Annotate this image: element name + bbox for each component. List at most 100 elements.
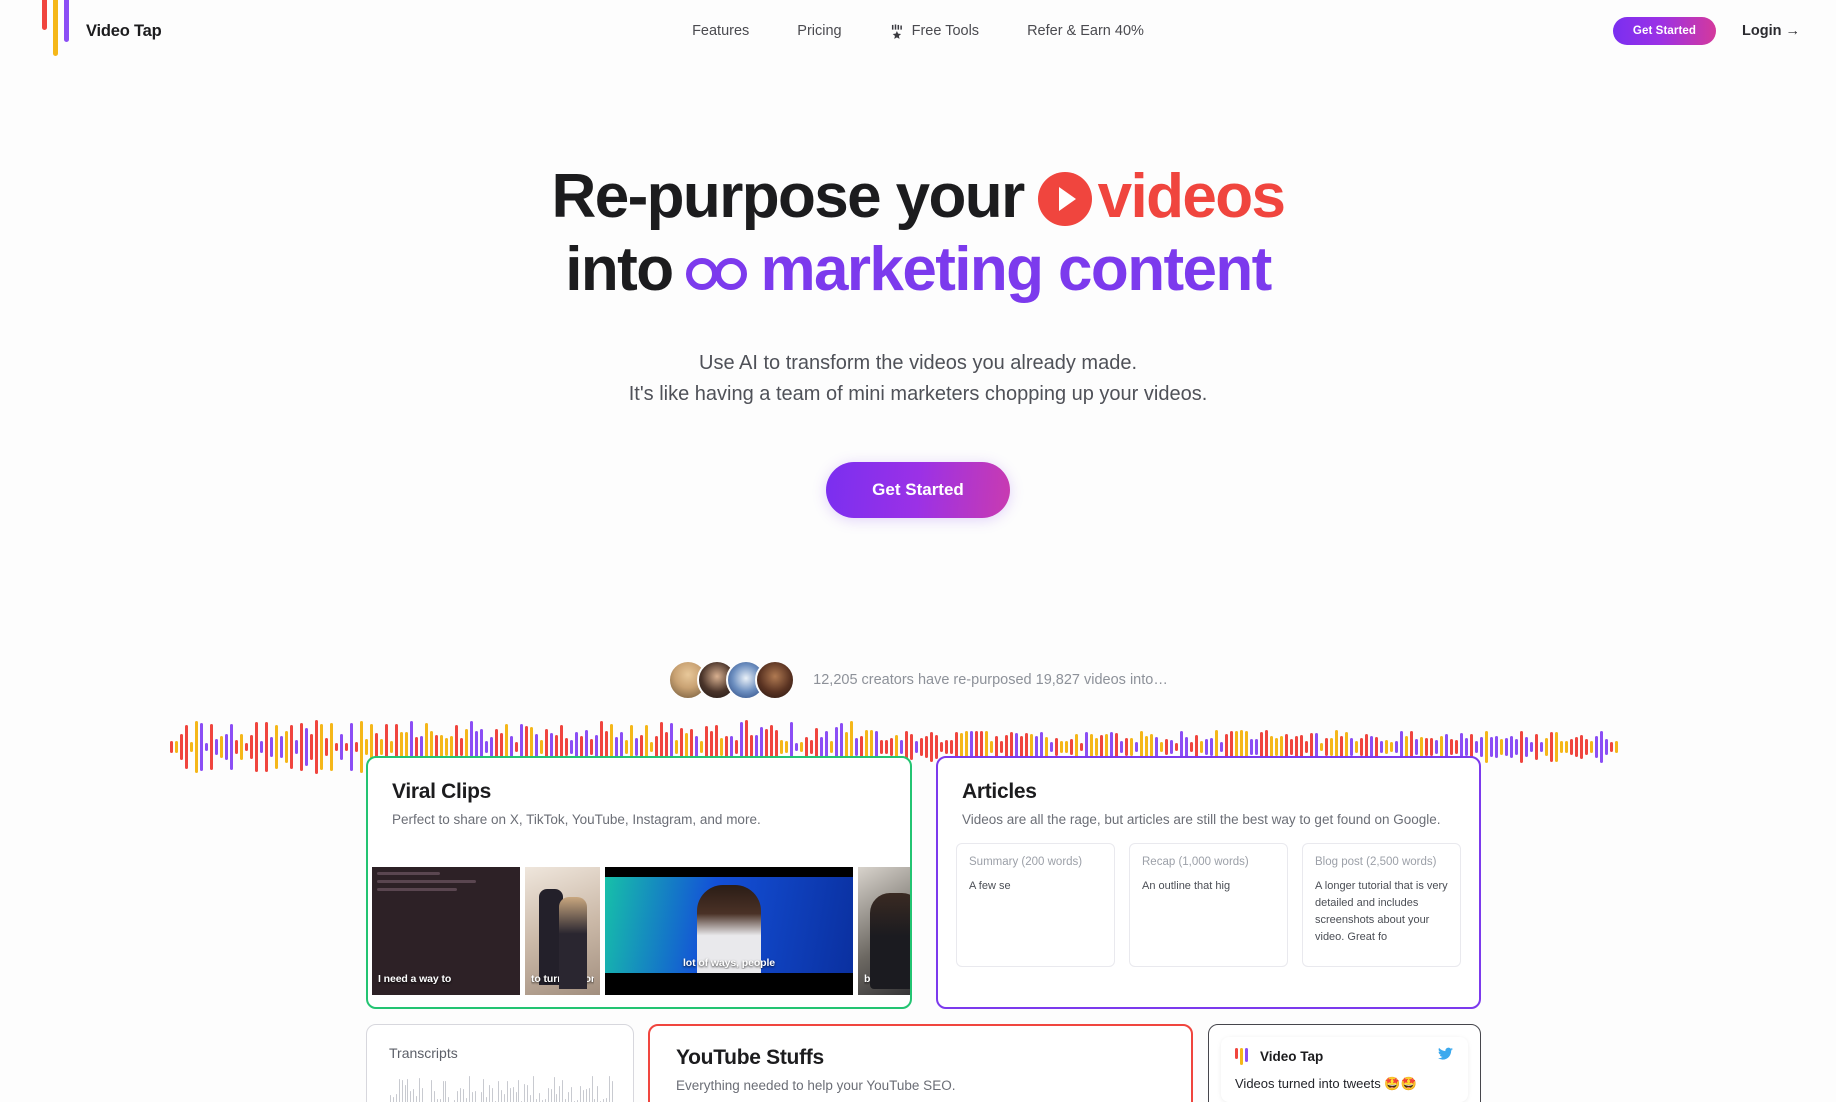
clip-thumbnail[interactable]: better for — [858, 867, 910, 995]
nav-item-pricing[interactable]: Pricing — [797, 23, 841, 39]
waveform-bar — [310, 734, 313, 760]
transcript-waveform-bar — [410, 1091, 412, 1102]
waveform-bar — [420, 736, 423, 758]
viral-clip-thumbnails: I need a way to to turn the ones lot of … — [368, 867, 910, 1007]
waveform-bar — [1565, 741, 1568, 753]
waveform-bar — [170, 740, 173, 753]
transcript-waveform-bar — [609, 1076, 610, 1102]
waveform-bar — [1585, 739, 1588, 755]
waveform-bar — [1570, 739, 1573, 755]
transcript-waveform-bar — [416, 1095, 418, 1102]
nav-item-free-tools[interactable]: Free Tools — [890, 23, 979, 39]
transcript-waveform-bar — [530, 1095, 532, 1102]
transcript-waveform-bar — [550, 1089, 552, 1102]
login-link[interactable]: Login → — [1742, 23, 1800, 39]
waveform-bar — [1610, 741, 1613, 753]
waveform-bar — [1490, 737, 1493, 757]
get-started-nav-button[interactable]: Get Started — [1612, 17, 1716, 45]
transcript-waveform-bar — [562, 1079, 564, 1102]
tweet-header: Video Tap — [1235, 1047, 1454, 1066]
infinity-icon — [685, 237, 751, 310]
waveform-bar — [615, 737, 618, 757]
waveform-bar — [380, 738, 383, 756]
article-type-recap[interactable]: Recap (1,000 words) An outline that hig — [1129, 843, 1288, 967]
nav-label-refer-earn: Refer & Earn 40% — [1027, 23, 1144, 39]
article-type-words: (200 words) — [1021, 856, 1083, 868]
transcript-waveform-bar — [553, 1077, 555, 1102]
transcript-waveform-bar — [457, 1091, 459, 1102]
waveform-bar — [1550, 732, 1553, 762]
transcript-waveform-bar — [579, 1086, 581, 1102]
article-type-name: Blog post — [1315, 856, 1363, 868]
transcript-waveform-bar — [503, 1093, 505, 1102]
waveform-bar — [1125, 737, 1128, 756]
waveform-bar — [1380, 741, 1383, 753]
waveform-bar — [1255, 739, 1258, 755]
clip-caption: lot of ways, people — [682, 957, 776, 969]
article-type-heading: Recap (1,000 words) — [1142, 856, 1275, 868]
transcript-waveform-bar — [509, 1088, 511, 1102]
waveform-bar — [910, 733, 913, 761]
card-youtube-stuffs[interactable]: YouTube Stuffs Everything needed to help… — [648, 1024, 1193, 1102]
waveform-bar — [460, 738, 463, 756]
waveform-bar — [1220, 742, 1223, 752]
nav-item-features[interactable]: Features — [692, 23, 749, 39]
card-articles[interactable]: Articles Videos are all the rage, but ar… — [936, 756, 1481, 1009]
card-tweet-preview[interactable]: Video Tap Videos turned into tweets 🤩🤩 — [1208, 1024, 1481, 1102]
waveform-bar — [1170, 739, 1173, 755]
waveform-bar — [1600, 731, 1603, 763]
nav-item-refer-earn[interactable]: Refer & Earn 40% — [1027, 23, 1144, 39]
article-type-name: Recap — [1142, 856, 1176, 868]
article-type-body: A few se — [969, 880, 1011, 892]
headline-accent-videos: videos — [1097, 162, 1286, 231]
waveform-bar — [995, 736, 998, 758]
transcript-waveform-bar — [591, 1076, 593, 1102]
headline-text-a: Re-purpose your — [551, 162, 1026, 231]
article-type-blog-post[interactable]: Blog post (2,500 words) A longer tutoria… — [1302, 843, 1461, 967]
transcript-waveform-bar — [606, 1097, 608, 1102]
clip-thumbnail[interactable]: I need a way to — [372, 867, 520, 995]
waveform-bar — [250, 734, 253, 760]
waveform-bar — [880, 740, 883, 754]
card-youtube-title: YouTube Stuffs — [676, 1046, 824, 1069]
brand-logo[interactable]: Video Tap — [40, 0, 162, 62]
waveform-bar — [270, 736, 273, 758]
article-type-summary[interactable]: Summary (200 words) A few se — [956, 843, 1115, 967]
get-started-hero-button[interactable]: Get Started — [826, 462, 1010, 519]
hero-headline-line-1: Re-purpose your videos — [0, 160, 1836, 233]
waveform-bar — [1120, 741, 1123, 753]
waveform-bar — [695, 736, 698, 758]
card-transcripts[interactable]: Transcripts — [366, 1024, 634, 1102]
waveform-bar — [885, 739, 888, 755]
waveform-bar — [1330, 737, 1333, 757]
waveform-bar — [735, 739, 738, 755]
waveform-bar — [1590, 741, 1593, 753]
waveform-bar — [625, 739, 628, 755]
clip-thumbnail[interactable]: to turn the ones — [525, 867, 600, 995]
waveform-bar — [1065, 741, 1068, 753]
waveform-bar — [220, 736, 223, 758]
waveform-bar — [1060, 740, 1063, 754]
article-type-words: (2,500 words) — [1366, 856, 1437, 868]
waveform-bar — [1420, 736, 1423, 758]
waveform-bar — [1295, 736, 1298, 758]
clip-overlay-lines — [377, 872, 515, 904]
waveform-bar — [1475, 741, 1478, 753]
article-type-body: An outline that hig — [1142, 880, 1231, 892]
waveform-bar — [565, 738, 568, 756]
waveform-bar — [215, 738, 218, 756]
transcript-waveform-bar — [401, 1080, 403, 1102]
clip-thumbnail[interactable]: lot of ways, people — [605, 867, 853, 995]
waveform-bar — [340, 734, 343, 760]
waveform-bar — [1605, 739, 1608, 755]
tweet-body-text: Videos turned into tweets 🤩🤩 — [1235, 1076, 1417, 1091]
youtube-play-icon — [1037, 172, 1092, 226]
card-viral-clips[interactable]: Viral Clips Perfect to share on X, TikTo… — [366, 756, 912, 1009]
waveform-bar — [300, 723, 303, 771]
waveform-bar — [1580, 735, 1583, 759]
waveform-bar — [330, 722, 333, 772]
waveform-bar — [1095, 737, 1098, 757]
waveform-bar — [365, 738, 368, 756]
top-navigation-bar: Video Tap Features Pricing Free Tools Re… — [0, 0, 1836, 62]
waveform-bar — [1375, 736, 1378, 758]
